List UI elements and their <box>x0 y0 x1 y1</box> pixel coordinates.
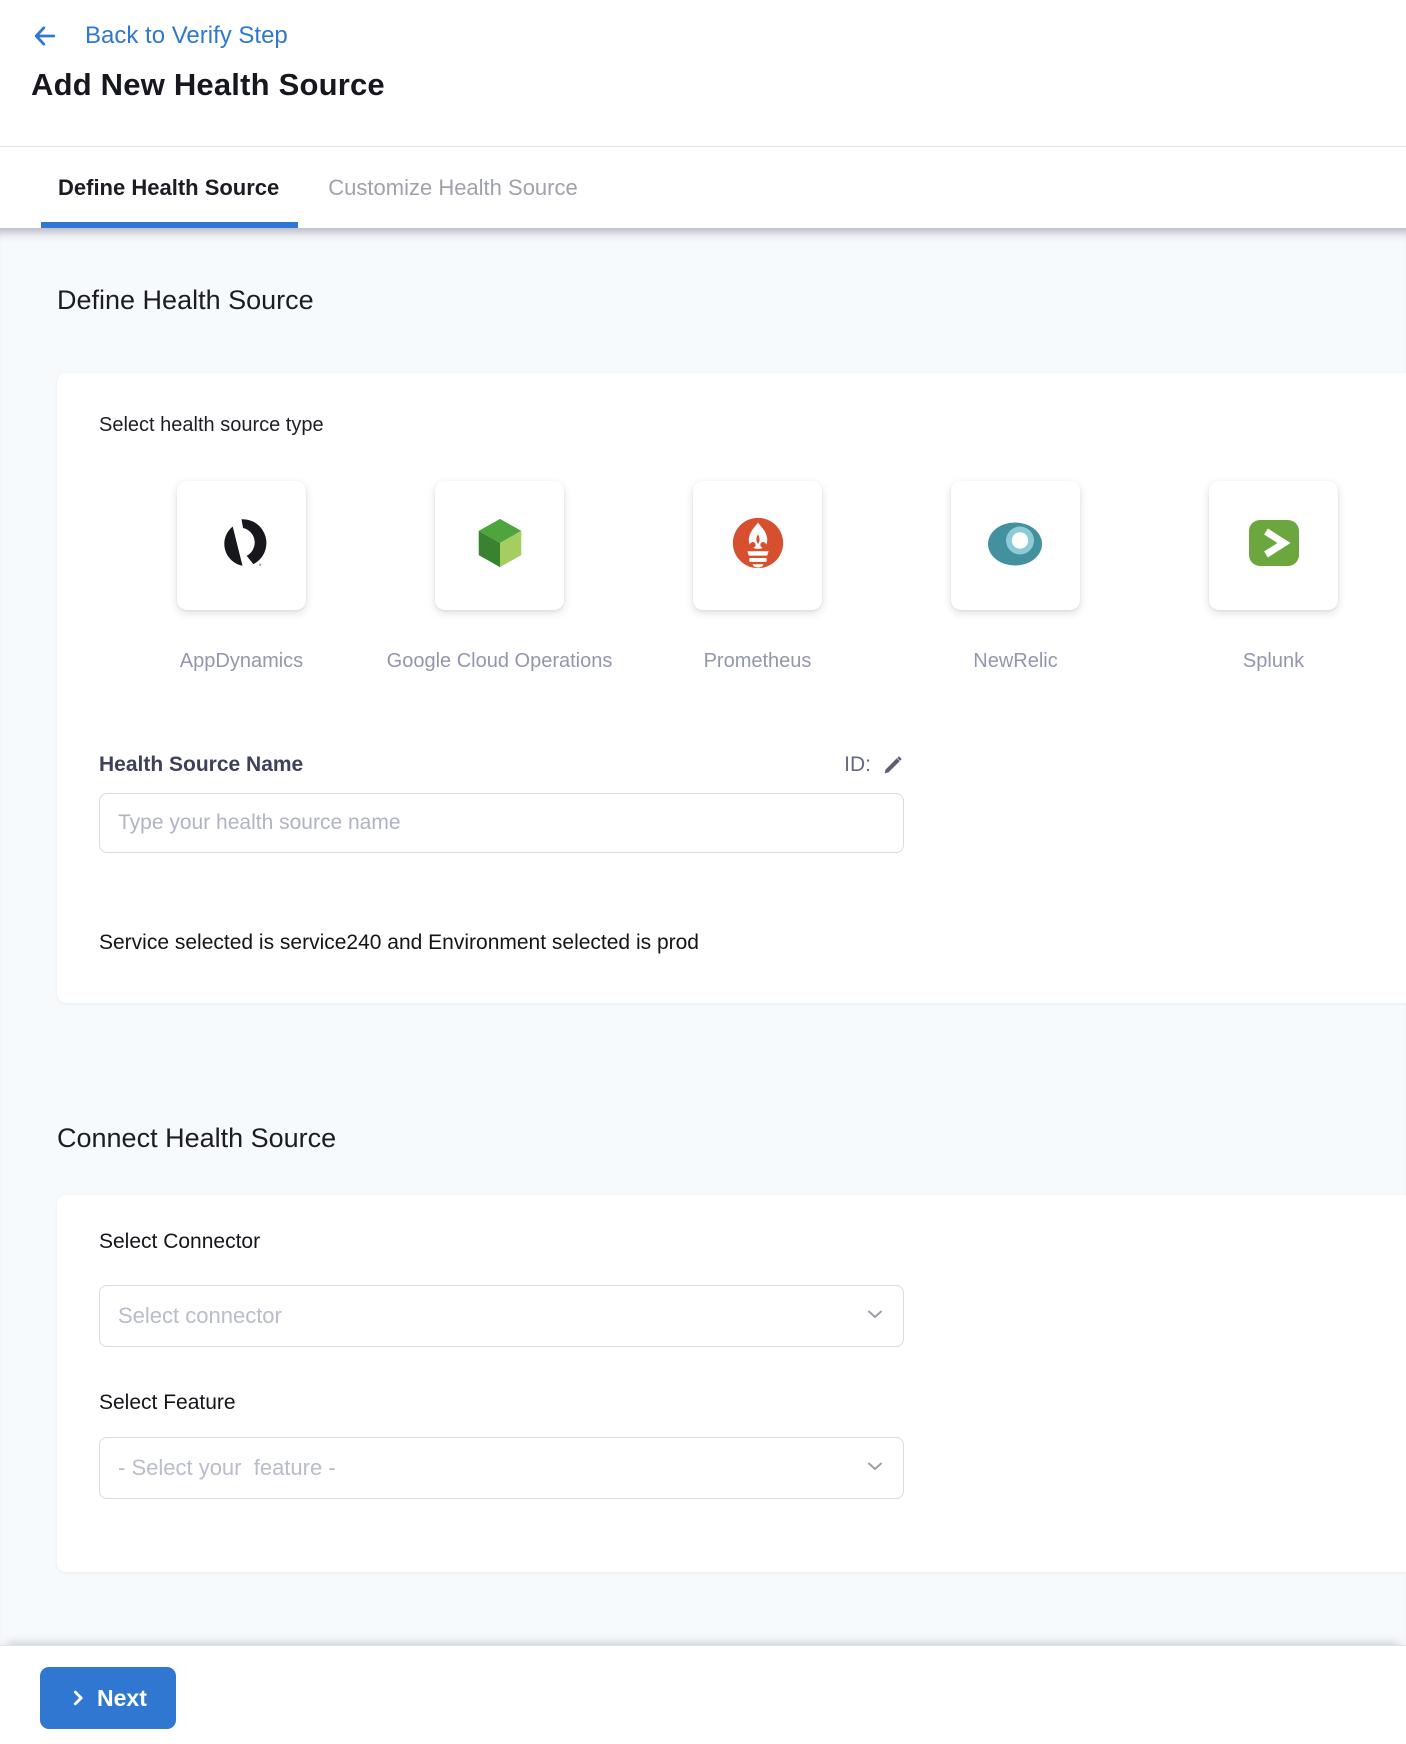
tile-label-appdynamics: AppDynamics <box>180 649 303 673</box>
tab-define-health-source[interactable]: Define Health Source <box>58 147 279 228</box>
page-title: Add New Health Source <box>31 67 1406 103</box>
tile-newrelic[interactable] <box>951 481 1080 610</box>
tile-prometheus[interactable] <box>693 481 822 610</box>
health-source-tabs: Define Health Source Customize Health So… <box>0 147 1406 228</box>
next-chevron-icon <box>69 1688 87 1708</box>
google-cloud-operations-icon <box>471 514 529 577</box>
define-card: Select health source type AppDynamics <box>57 373 1406 1003</box>
prometheus-icon <box>729 514 787 577</box>
back-arrow-icon[interactable] <box>31 22 59 50</box>
chevron-down-icon <box>863 1454 887 1483</box>
health-source-option-gco: Google Cloud Operations <box>435 481 564 673</box>
appdynamics-icon <box>211 512 273 579</box>
define-health-source-panel: Define Health Source Select health sourc… <box>0 228 1406 1646</box>
health-source-name-row: Health Source Name ID: <box>99 751 904 779</box>
feature-dropdown-value: - Select your feature - <box>118 1455 336 1481</box>
tile-label-google-cloud-operations: Google Cloud Operations <box>387 649 613 673</box>
id-wrap: ID: <box>844 753 904 777</box>
back-to-verify-step[interactable]: Back to Verify Step <box>31 22 1406 50</box>
select-connector-label: Select Connector <box>99 1229 1406 1255</box>
next-button-label: Next <box>97 1685 147 1712</box>
select-type-label: Select health source type <box>99 413 1406 437</box>
id-label: ID: <box>844 753 871 777</box>
service-environment-text: Service selected is service240 and Envir… <box>99 931 1406 955</box>
health-source-option-newrelic: NewRelic <box>951 481 1080 673</box>
tile-splunk[interactable] <box>1209 481 1338 610</box>
health-source-name-input[interactable] <box>99 793 904 853</box>
back-link[interactable]: Back to Verify Step <box>85 22 288 50</box>
connector-dropdown-value: Select connector <box>118 1303 282 1329</box>
tab-customize-health-source[interactable]: Customize Health Source <box>328 147 577 228</box>
section-title-connect: Connect Health Source <box>57 1120 1406 1156</box>
connector-dropdown[interactable]: Select connector <box>99 1285 904 1347</box>
tile-label-splunk: Splunk <box>1243 649 1304 673</box>
health-source-name-label: Health Source Name <box>99 751 303 779</box>
connect-card: Select Connector Select connector Select… <box>57 1195 1406 1572</box>
tile-label-newrelic: NewRelic <box>973 649 1057 673</box>
next-button[interactable]: Next <box>40 1667 176 1729</box>
tile-label-prometheus: Prometheus <box>704 649 812 673</box>
select-feature-label: Select Feature <box>99 1390 1406 1416</box>
section-title-define: Define Health Source <box>57 282 1406 318</box>
footer-bar: Next <box>0 1646 1406 1744</box>
edit-id-pencil-icon[interactable] <box>882 754 904 776</box>
tile-appdynamics[interactable] <box>177 481 306 610</box>
feature-dropdown[interactable]: - Select your feature - <box>99 1437 904 1499</box>
splunk-icon <box>1244 513 1304 578</box>
tile-google-cloud-operations[interactable] <box>435 481 564 610</box>
health-source-option-prometheus: Prometheus <box>693 481 822 673</box>
chevron-down-icon <box>863 1302 887 1331</box>
page-header: Back to Verify Step Add New Health Sourc… <box>0 0 1406 147</box>
newrelic-icon <box>986 513 1046 578</box>
health-source-option-appdynamics: AppDynamics <box>177 481 306 673</box>
health-source-type-list: AppDynamics Google Cloud Operations <box>177 481 1406 673</box>
health-source-option-splunk: Splunk <box>1209 481 1338 673</box>
